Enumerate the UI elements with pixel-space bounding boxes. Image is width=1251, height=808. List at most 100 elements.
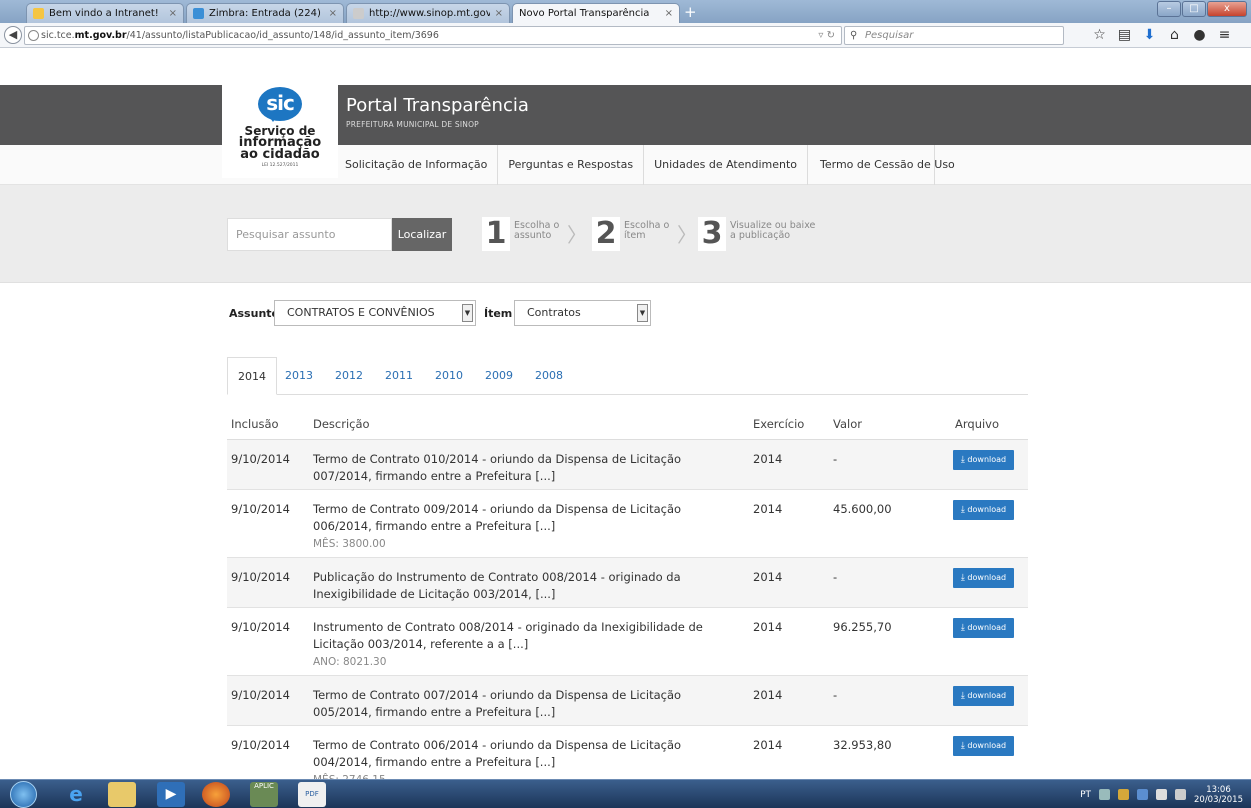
header-arquivo: Arquivo [955, 417, 1000, 431]
menu-item-termo[interactable]: Termo de Cessão de Uso [808, 145, 955, 185]
logo-text-line: LEI 12.527/2011 [261, 163, 299, 168]
tab-year-2008[interactable]: 2008 [521, 357, 571, 395]
cell-exercicio: 2014 [753, 570, 783, 584]
download-icon: ⤓ [960, 741, 965, 751]
cell-exercicio: 2014 [753, 502, 783, 516]
cell-descricao[interactable]: Publicação do Instrumento de Contrato 00… [313, 569, 738, 603]
menu-icon[interactable]: ≡ [1215, 26, 1234, 45]
search-band: Pesquisar assunto Localizar 1 Escolha oa… [0, 185, 1251, 283]
browser-tab[interactable]: Zimbra: Entrada (224) × [186, 3, 344, 23]
menu-item-unidades[interactable]: Unidades de Atendimento [644, 145, 809, 185]
flag-icon[interactable] [1156, 789, 1167, 800]
cell-descricao[interactable]: Termo de Contrato 009/2014 - oriundo da … [313, 501, 738, 553]
home-icon[interactable]: ⌂ [1165, 26, 1184, 45]
cell-valor: - [833, 570, 838, 584]
language-indicator[interactable]: PT [1080, 790, 1091, 800]
volume-icon[interactable] [1175, 789, 1186, 800]
media-player-icon[interactable]: ▶ [157, 782, 185, 807]
download-button[interactable]: ⤓ download [953, 568, 1014, 588]
new-tab-icon[interactable]: + [684, 4, 697, 20]
back-arrow-icon[interactable]: ◀ [4, 26, 22, 44]
update-icon[interactable] [1137, 789, 1148, 800]
item-select[interactable]: Contratos ▼ [514, 300, 651, 326]
chevron-right-icon: 〉 [677, 223, 697, 247]
download-icon: ⤓ [960, 573, 965, 583]
browser-search-input[interactable]: ⚲ Pesquisar [844, 26, 1064, 45]
globe-icon [28, 30, 39, 41]
aplic-auditor-icon[interactable]: APLIC [250, 782, 278, 807]
menu-item-perguntas[interactable]: Perguntas e Respostas [498, 145, 645, 185]
step-label: Escolha o ítem [624, 220, 670, 241]
close-icon[interactable]: × [329, 8, 337, 19]
browser-tab-active[interactable]: Novo Portal Transparência × [512, 3, 680, 23]
tab-year-2013[interactable]: 2013 [277, 357, 321, 395]
windows-taskbar: e ▶ APLIC PDF PT 13:06 20/03/2015 [0, 779, 1251, 808]
download-button[interactable]: ⤓ download [953, 500, 1014, 520]
tab-title: Novo Portal Transparência [519, 8, 650, 19]
start-button-icon[interactable] [10, 781, 37, 808]
year-tabs: 2014 2013 2012 2011 2010 2009 2008 [227, 357, 1028, 395]
close-icon[interactable]: × [495, 8, 503, 19]
pdf-document-icon[interactable]: PDF [298, 782, 326, 807]
step-3: 3 Visualize ou baixe a publicação [698, 217, 815, 253]
sic-logo[interactable]: sic Serviço de informação ao cidadão LEI… [222, 83, 338, 178]
download-button[interactable]: ⤓ download [953, 736, 1014, 756]
clock[interactable]: 13:06 20/03/2015 [1194, 785, 1243, 805]
tab-year-2012[interactable]: 2012 [321, 357, 371, 395]
tab-title: http://www.sinop.mt.gov.br/ [369, 8, 490, 19]
table-row: 9/10/2014 Termo de Contrato 007/2014 - o… [227, 676, 1028, 726]
close-icon[interactable]: × [169, 8, 177, 19]
firefox-icon[interactable] [202, 782, 230, 807]
assunto-select[interactable]: CONTRATOS E CONVÊNIOS ▼ [274, 300, 476, 326]
chat-icon[interactable]: ● [1190, 26, 1209, 45]
minimize-icon[interactable]: – [1157, 1, 1181, 17]
tab-year-2011[interactable]: 2011 [371, 357, 421, 395]
download-icon: ⤓ [960, 505, 965, 515]
subject-search-input[interactable]: Pesquisar assunto [227, 218, 392, 251]
shield-icon[interactable] [1118, 789, 1129, 800]
table-row: 9/10/2014 Termo de Contrato 010/2014 - o… [227, 440, 1028, 490]
cell-descricao[interactable]: Termo de Contrato 010/2014 - oriundo da … [313, 451, 738, 485]
cell-inclusao: 9/10/2014 [231, 570, 290, 584]
close-window-icon[interactable]: x [1207, 1, 1247, 17]
close-icon[interactable]: × [665, 8, 673, 19]
tab-title: Zimbra: Entrada (224) [209, 8, 321, 19]
browser-tab[interactable]: Bem vindo a Intranet! × [26, 3, 184, 23]
reload-icon[interactable]: ▿ ↻ [818, 27, 835, 44]
download-button[interactable]: ⤓ download [953, 450, 1014, 470]
bookmark-star-icon[interactable]: ☆ [1090, 26, 1109, 45]
menu-item-solicitacao[interactable]: Solicitação de Informação [335, 145, 499, 185]
cell-descricao[interactable]: Termo de Contrato 007/2014 - oriundo da … [313, 687, 738, 721]
tab-favicon-icon [193, 8, 204, 19]
logo-text-line: ao cidadão [240, 147, 320, 162]
browser-search-placeholder: Pesquisar [865, 30, 914, 41]
table-row: 9/10/2014 Instrumento de Contrato 008/20… [227, 608, 1028, 676]
cell-inclusao: 9/10/2014 [231, 688, 290, 702]
internet-explorer-icon[interactable]: e [62, 782, 90, 807]
download-button[interactable]: ⤓ download [953, 618, 1014, 638]
assunto-select-value: CONTRATOS E CONVÊNIOS [287, 306, 435, 319]
tab-year-2010[interactable]: 2010 [421, 357, 471, 395]
maximize-icon[interactable]: □ [1182, 1, 1206, 17]
portal-title: Portal Transparência [346, 95, 529, 116]
window-controls: – □ x [1157, 1, 1247, 17]
tab-year-2014[interactable]: 2014 [227, 357, 277, 395]
reading-list-icon[interactable]: ▤ [1115, 26, 1134, 45]
file-explorer-icon[interactable] [108, 782, 136, 807]
cell-inclusao: 9/10/2014 [231, 738, 290, 752]
localizar-button[interactable]: Localizar [392, 218, 452, 251]
network-icon[interactable] [1099, 789, 1110, 800]
cell-inclusao: 9/10/2014 [231, 452, 290, 466]
toolbar-icons: ☆ ▤ ⬇ ⌂ ● ≡ [1090, 26, 1234, 45]
download-arrow-icon[interactable]: ⬇ [1140, 26, 1159, 45]
tab-favicon-icon [33, 8, 44, 19]
browser-tab[interactable]: http://www.sinop.mt.gov.br/ × [346, 3, 510, 23]
cell-exercicio: 2014 [753, 738, 783, 752]
download-button[interactable]: ⤓ download [953, 686, 1014, 706]
cell-descricao[interactable]: Instrumento de Contrato 008/2014 - origi… [313, 619, 738, 671]
header-valor: Valor [833, 417, 862, 431]
assunto-label: Assunto [229, 307, 280, 320]
address-bar[interactable]: sic.tce.mt.gov.br/41/assunto/listaPublic… [24, 26, 842, 45]
tab-year-2009[interactable]: 2009 [471, 357, 521, 395]
step-2: 2 Escolha o ítem [592, 217, 669, 253]
